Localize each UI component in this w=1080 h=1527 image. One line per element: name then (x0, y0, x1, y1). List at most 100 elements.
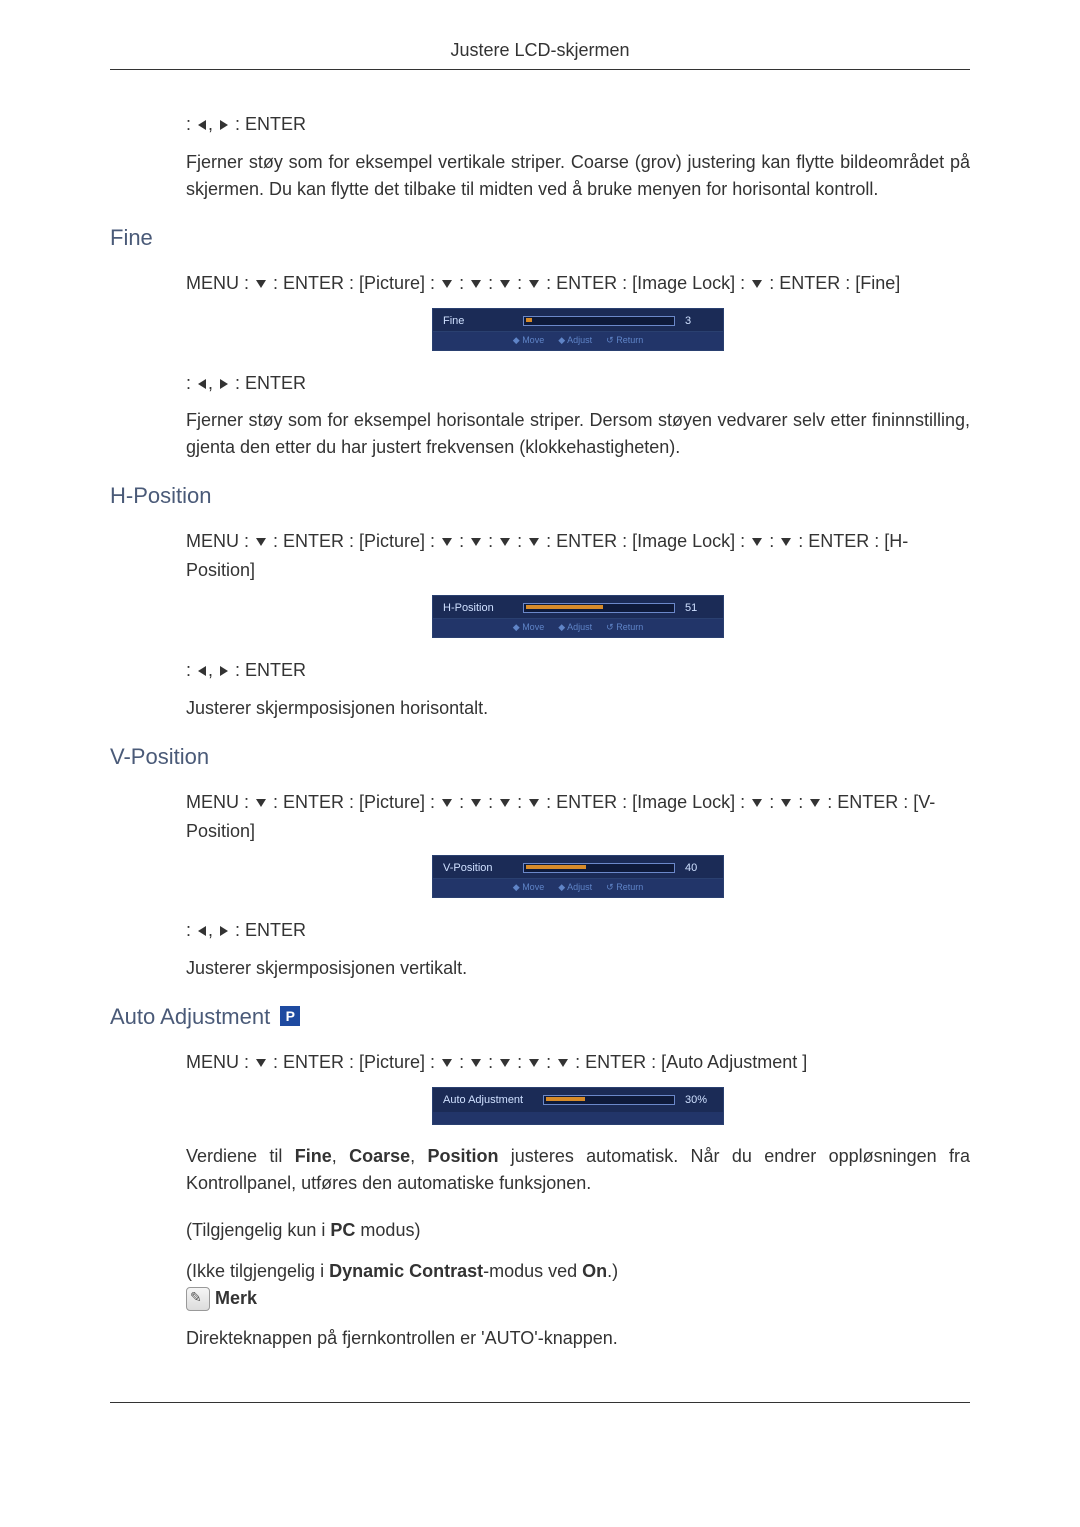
triangle-down-icon (254, 792, 268, 812)
triangle-down-icon (469, 792, 483, 812)
vpos-block: MENU : : ENTER : [Picture] : : : : : ENT… (186, 788, 970, 982)
vpos-nav-line: : , : ENTER (186, 916, 970, 945)
hpos-block: MENU : : ENTER : [Picture] : : : : : ENT… (186, 527, 970, 721)
t: : (454, 273, 469, 293)
hint-adjust: ◆ Adjust (558, 882, 592, 893)
t: : ENTER : [Picture] : (268, 1052, 440, 1072)
osd-hints: ◆ Move ◆ Adjust ↺ Return (433, 332, 723, 350)
triangle-left-icon (196, 660, 208, 680)
hpos-menu-path: MENU : : ENTER : [Picture] : : : : : ENT… (186, 527, 970, 585)
fine-menu-path: MENU : : ENTER : [Picture] : : : : : ENT… (186, 269, 970, 298)
t: (Tilgjengelig kun i (186, 1220, 330, 1240)
t: , (410, 1146, 427, 1166)
triangle-left-icon (196, 114, 208, 134)
triangle-down-icon (440, 531, 454, 551)
t: , (332, 1146, 349, 1166)
osd-bar (543, 1095, 675, 1105)
triangle-down-icon (750, 273, 764, 293)
t: : (512, 792, 527, 812)
note-line: Merk (186, 1287, 970, 1311)
t: Fine (295, 1146, 332, 1166)
top-nav-line: : , : ENTER (186, 110, 970, 139)
t: MENU : (186, 792, 254, 812)
section-title-auto: Auto Adjustment P (110, 1004, 970, 1030)
osd-value: 3 (685, 315, 713, 327)
t: : ENTER : [Picture] : (268, 273, 440, 293)
osd-value: 30% (685, 1094, 713, 1106)
hint-return: ↺ Return (606, 622, 643, 633)
t: : (454, 1052, 469, 1072)
t: : (541, 1052, 556, 1072)
fine-osd-wrap: Fine 3 ◆ Move ◆ Adjust ↺ Return (186, 308, 970, 351)
osd-label: H-Position (443, 602, 513, 614)
t: modus) (355, 1220, 420, 1240)
t: : ENTER : [Fine] (764, 273, 900, 293)
triangle-right-icon (218, 660, 230, 680)
triangle-down-icon (779, 531, 793, 551)
hpos-osd-wrap: H-Position 51 ◆ Move ◆ Adjust ↺ Return (186, 595, 970, 638)
hpos-osd: H-Position 51 ◆ Move ◆ Adjust ↺ Return (432, 595, 724, 638)
t: : (454, 792, 469, 812)
triangle-down-icon (750, 531, 764, 551)
triangle-down-icon (469, 531, 483, 551)
triangle-down-icon (527, 273, 541, 293)
auto-menu-path: MENU : : ENTER : [Picture] : : : : : : E… (186, 1048, 970, 1077)
top-block: : , : ENTER Fjerner støy som for eksempe… (186, 110, 970, 203)
note-label: Merk (210, 1288, 257, 1308)
triangle-down-icon (750, 792, 764, 812)
hint-move: ◆ Move (513, 335, 544, 346)
hint-move: ◆ Move (513, 622, 544, 633)
t: -modus ved (483, 1261, 582, 1281)
t: : ENTER : [Image Lock] : (541, 792, 750, 812)
footer-rule (110, 1402, 970, 1403)
triangle-down-icon (440, 1052, 454, 1072)
auto-title-text: Auto Adjustment (110, 1004, 270, 1029)
vpos-menu-path: MENU : : ENTER : [Picture] : : : : : ENT… (186, 788, 970, 846)
t: : (793, 792, 808, 812)
fine-block: MENU : : ENTER : [Picture] : : : : : ENT… (186, 269, 970, 462)
t: (Ikke tilgjengelig i (186, 1261, 329, 1281)
section-title-fine: Fine (110, 225, 970, 251)
osd-hints: ◆ Move ◆ Adjust ↺ Return (433, 879, 723, 897)
triangle-left-icon (196, 920, 208, 940)
t: PC (330, 1220, 355, 1240)
t: : ENTER (230, 373, 306, 393)
top-nav-text: : ENTER (230, 114, 306, 134)
triangle-down-icon (498, 531, 512, 551)
auto-desc2: (Tilgjengelig kun i PC modus) (186, 1217, 970, 1244)
hint-adjust: ◆ Adjust (558, 335, 592, 346)
hpos-desc: Justerer skjermposisjonen horisontalt. (186, 695, 970, 722)
triangle-down-icon (440, 273, 454, 293)
t: .) (607, 1261, 618, 1281)
t: : ENTER : [Image Lock] : (541, 273, 750, 293)
t: MENU : (186, 531, 254, 551)
vpos-osd-wrap: V-Position 40 ◆ Move ◆ Adjust ↺ Return (186, 855, 970, 898)
triangle-down-icon (498, 1052, 512, 1072)
t: : (454, 531, 469, 551)
t: : (483, 531, 498, 551)
osd-row: Auto Adjustment 30% (433, 1088, 723, 1112)
osd-value: 51 (685, 602, 713, 614)
vpos-osd: V-Position 40 ◆ Move ◆ Adjust ↺ Return (432, 855, 724, 898)
auto-desc1: Verdiene til Fine, Coarse, Position just… (186, 1143, 970, 1197)
fine-desc: Fjerner støy som for eksempel horisontal… (186, 407, 970, 461)
osd-bar (523, 603, 675, 613)
pc-mode-badge-icon: P (280, 1006, 300, 1026)
section-title-hpos: H-Position (110, 483, 970, 509)
hint-return: ↺ Return (606, 335, 643, 346)
t: : (483, 273, 498, 293)
t: : ENTER : [Picture] : (268, 792, 440, 812)
hint-move: ◆ Move (513, 882, 544, 893)
triangle-down-icon (527, 531, 541, 551)
triangle-down-icon (527, 1052, 541, 1072)
t: : ENTER (230, 920, 306, 940)
page-header-title: Justere LCD-skjermen (110, 40, 970, 70)
triangle-down-icon (808, 792, 822, 812)
t: On (582, 1261, 607, 1281)
t: : ENTER (230, 660, 306, 680)
osd-label: Fine (443, 315, 513, 327)
triangle-down-icon (498, 792, 512, 812)
vpos-desc: Justerer skjermposisjonen vertikalt. (186, 955, 970, 982)
triangle-left-icon (196, 373, 208, 393)
triangle-right-icon (218, 373, 230, 393)
